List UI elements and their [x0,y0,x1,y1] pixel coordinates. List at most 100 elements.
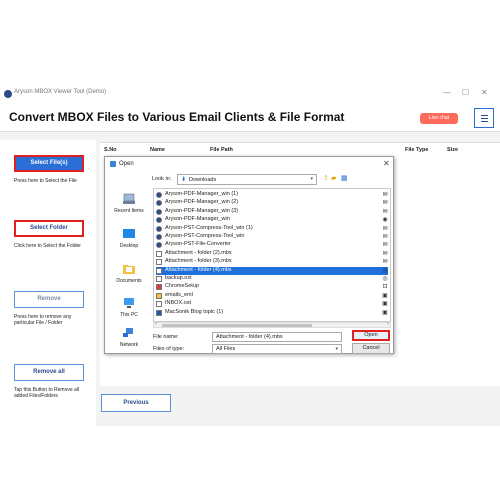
file-list-item[interactable]: Attachment - folder (2).mbx [156,250,388,258]
place-documents[interactable]: Documents [107,263,151,293]
file-list-item[interactable]: Aryson-PST-Compress-Tool_win (1) [156,225,388,233]
scroll-right-icon[interactable]: › [387,321,389,327]
menu-button[interactable] [474,108,494,128]
select-files-help: Press here to Select the File [14,178,77,184]
scroll-left-icon[interactable]: ‹ [155,321,157,327]
dialog-close-button[interactable]: ✕ [383,159,390,168]
dialog-title-bar: Open ✕ [105,157,393,171]
file-icon [156,301,162,308]
file-list-item[interactable]: Aryson-PDF-Manager_win [156,216,388,224]
file-list-item[interactable]: Aryson-PDF-Manager_win (1) [156,191,388,199]
remove-button[interactable]: Remove [14,291,84,308]
app-icon [156,208,162,215]
col-file-type: File Type [405,147,429,153]
select-files-button[interactable]: Select File(s) [14,155,84,172]
file-list-item[interactable]: ChromeSetup [156,283,388,291]
file-list-item[interactable]: Aryson-PDF-Manager_win (3) [156,208,388,216]
recent-items-icon [123,193,135,204]
file-name: Aryson-PST-File-Converter [165,241,232,248]
open-button[interactable]: Open [352,330,390,341]
file-list-item[interactable]: Attachment - folder (4).mbx [156,266,388,275]
chevron-down-icon: ▾ [310,176,313,182]
file-type-icon: ✉ [382,191,388,198]
network-icon [123,328,133,337]
desktop-icon [123,229,135,238]
place-label: Recent Items [114,208,144,214]
file-icon [156,250,162,257]
places-bar: Recent Items Desktop Documents This PC N… [107,187,151,353]
file-list-item[interactable]: Attachment - folder (3).mbx [156,258,388,266]
chevron-down-icon: ▾ [335,346,338,352]
file-name: MacSonik Blog topic (1) [165,308,224,315]
place-label: Network [119,342,139,348]
close-window-button[interactable]: ✕ [481,88,488,97]
file-name: Attachment - folder (4).mbx [165,266,232,273]
look-in-value: Downloads [189,177,217,183]
files-of-type-label: Files of type: [153,346,185,352]
files-of-type-value: All Files [216,346,236,352]
app-icon [156,192,162,198]
file-name: Aryson-PDF-Manager_win (3) [165,207,239,214]
file-type-icon: ◎ [382,266,388,274]
file-list-item[interactable]: emails_eml [156,292,388,300]
dialog-title: Open [119,161,134,167]
file-name: Aryson-PDF-Manager_win (1) [165,191,239,197]
file-name: ChromeSetup [165,283,199,290]
maximize-button[interactable]: ☐ [462,88,469,97]
minimize-button[interactable]: — [443,88,451,97]
remove-help: Press here to remove any particular File… [14,314,72,326]
previous-button[interactable]: Previous [101,394,171,412]
file-name-field[interactable]: Attachment - folder (4).mbx [212,332,342,342]
place-desktop[interactable]: Desktop [107,228,151,258]
select-folder-help: Click here to Select the Folder [14,243,81,249]
this-pc-icon [124,298,134,308]
dialog-app-icon [110,161,116,167]
word-icon [156,309,162,316]
place-this-pc[interactable]: This PC [107,297,151,327]
place-label: Desktop [119,243,139,249]
new-folder-icon[interactable]: ▰ [331,174,336,182]
download-arrow-icon: ⬇ [181,176,187,183]
view-menu-icon[interactable]: ▦ [341,174,348,182]
file-list-item[interactable]: INBOX.ost [156,300,388,308]
file-type-icon: ✉ [382,233,388,240]
chrome-icon [156,284,162,291]
place-recent-items[interactable]: Recent Items [107,193,151,223]
file-type-icon: ▣ [382,308,388,316]
page-title: Convert MBOX Files to Various Email Clie… [9,110,345,124]
file-name-label: File name: [153,334,179,340]
file-type-icon: ✉ [382,199,388,207]
app-icon [156,242,162,249]
col-name: Name [150,147,165,153]
file-type-icon: ✉ [382,241,388,249]
file-type-icon: ◉ [382,216,388,224]
file-name-value: Attachment - folder (4).mbx [216,334,283,340]
file-list-item[interactable]: Aryson-PDF-Manager_win (2) [156,199,388,207]
select-folder-button[interactable]: Select Folder [14,220,84,237]
scrollbar-thumb[interactable] [162,324,312,327]
file-icon [156,267,162,274]
file-list: Aryson-PDF-Manager_win (1) ✉ Aryson-PDF-Ma… [153,188,391,322]
place-network[interactable]: Network [107,327,151,357]
look-in-dropdown[interactable]: ⬇ Downloads ▾ [177,174,317,185]
live-chat-button[interactable]: Live chat [420,113,458,124]
file-name: Attachment - folder (3).mbx [165,258,232,265]
horizontal-scrollbar[interactable]: ‹ › [153,321,391,328]
app-icon [156,200,162,207]
remove-all-help: Tap this Button to Remove all added File… [14,387,80,399]
cancel-button[interactable]: Cancel [352,343,390,354]
file-icon [156,276,162,282]
remove-all-button[interactable]: Remove all [14,364,84,381]
files-of-type-dropdown[interactable]: All Files ▾ [212,344,342,354]
file-list-item[interactable]: backup.ost [156,275,388,283]
file-name: Aryson-PDF-Manager_win [165,216,230,223]
file-type-icon: ✉ [382,249,388,257]
hamburger-icon [481,115,488,122]
col-sno: S.No [104,147,117,153]
up-folder-icon[interactable]: ⇧ [323,174,329,182]
file-name: Aryson-PDF-Manager_win (2) [165,199,239,206]
file-list-item[interactable]: Aryson-PST-File-Converter [156,241,388,249]
file-list-item[interactable]: MacSonik Blog topic (1) [156,309,388,317]
file-list-item[interactable]: Aryson-PST-Compress-Tool_win [156,233,388,241]
file-type-icon: ▣ [382,291,388,299]
